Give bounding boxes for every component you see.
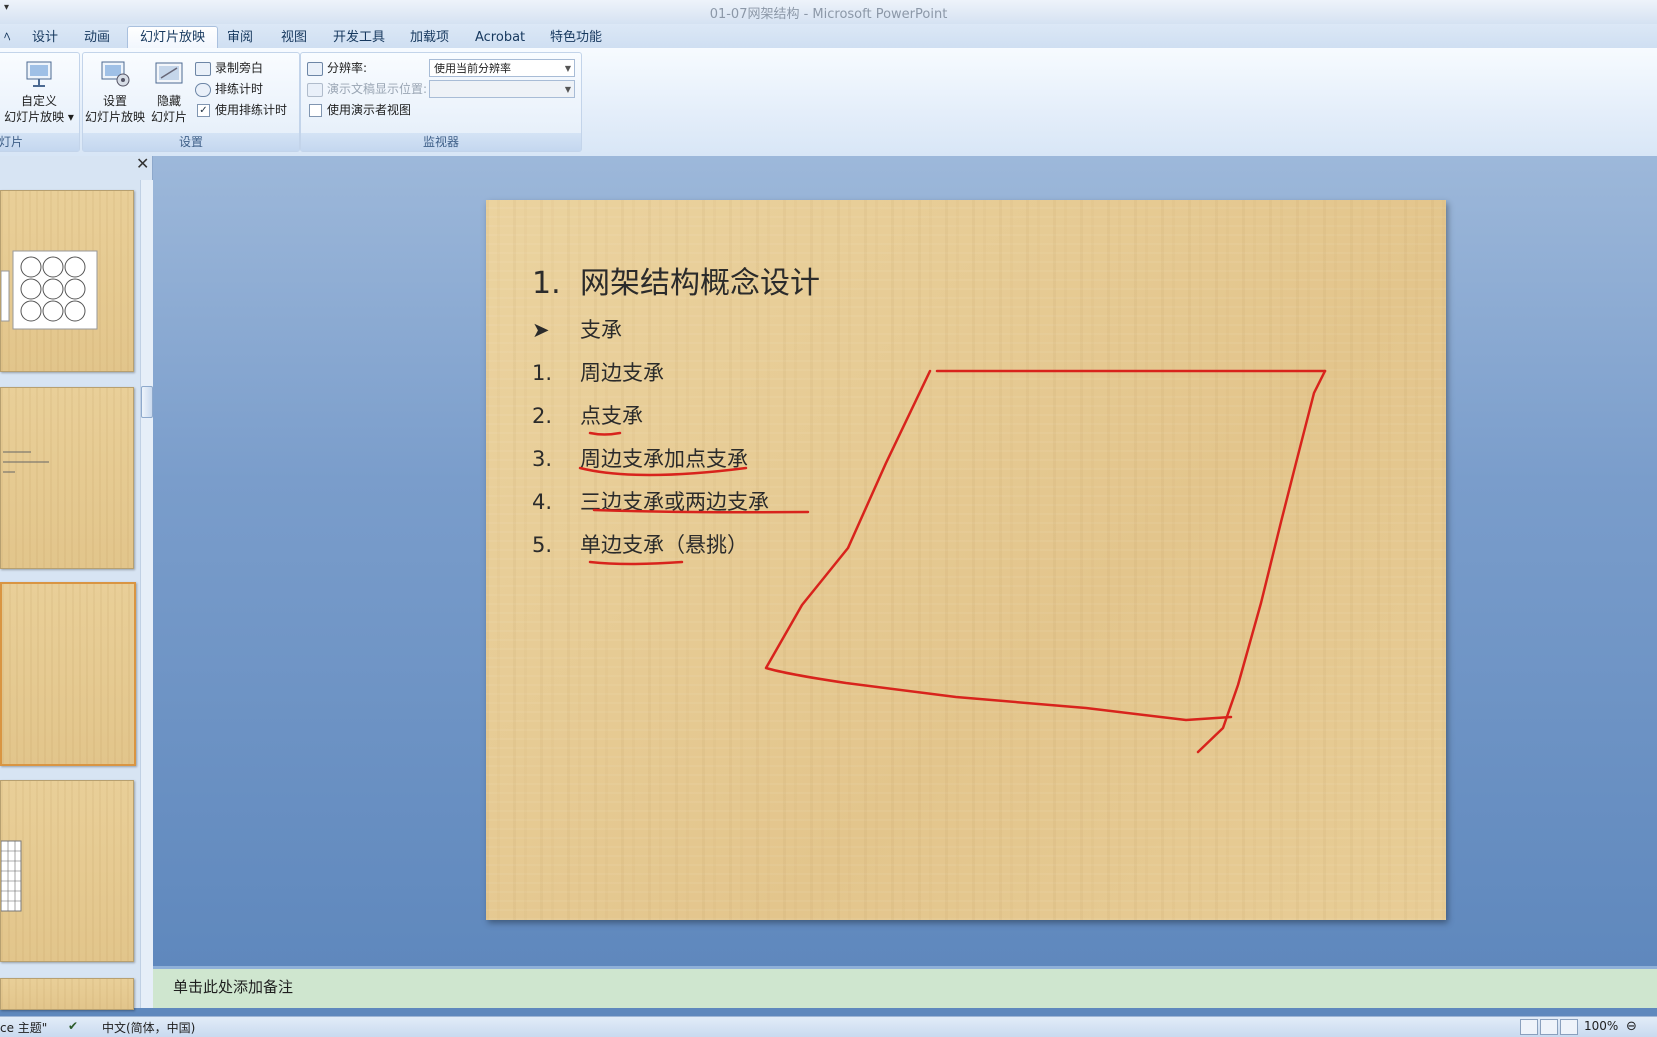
text-lines-thumbnail-icon xyxy=(3,451,49,473)
ink-quadrilateral xyxy=(764,369,1233,722)
group-start-slide-show: 自定义 幻灯片放映 ▾ 灯片 xyxy=(0,52,80,152)
tab-animations[interactable]: 动画 xyxy=(72,27,122,48)
ribbon: 自定义 幻灯片放映 ▾ 灯片 设置 幻灯片放映 隐藏 幻灯片 录制旁白 排练计时… xyxy=(0,48,1657,157)
normal-view-icon[interactable] xyxy=(1520,1019,1538,1035)
tab-add-ins[interactable]: 加载项 xyxy=(398,27,461,48)
tab-acrobat[interactable]: Acrobat xyxy=(463,27,537,48)
notes-placeholder[interactable]: 单击此处添加备注 xyxy=(173,976,293,997)
zoom-out-icon[interactable]: ⊖ xyxy=(1626,1019,1637,1034)
language-status[interactable]: 中文(简体，中国) xyxy=(102,1019,195,1036)
hide-slide-button[interactable]: 隐藏 幻灯片 xyxy=(149,59,189,125)
slide-thumbnail[interactable] xyxy=(0,978,134,1010)
ribbon-tab-bar: ﾍ 设计 动画 幻灯片放映 审阅 视图 开发工具 加载项 Acrobat 特色功… xyxy=(0,24,1657,49)
slide-canvas[interactable]: 1. 网架结构概念设计 ➤ 支承 1. 周边支承 2. 点支承 3. 周边支承加点支承 4… xyxy=(486,200,1446,920)
ink-underline xyxy=(578,466,748,477)
status-bar: ce 主题" ✔ 中文(简体，中国) 100% ⊖ xyxy=(0,1016,1657,1037)
theme-status: ce 主题" xyxy=(0,1021,48,1035)
slide-thumbnail[interactable] xyxy=(0,190,134,372)
tab-design[interactable]: 设计 xyxy=(20,27,70,48)
notes-pane[interactable] xyxy=(153,966,1657,1008)
custom-show-icon xyxy=(23,59,55,89)
spellcheck-icon[interactable]: ✔ xyxy=(68,1019,78,1033)
ink-strokes xyxy=(578,369,1327,754)
show-on-label: 演示文稿显示位置: xyxy=(307,80,427,98)
show-on-dropdown[interactable]: ▼ xyxy=(429,80,575,98)
group-label-setup: 设置 xyxy=(83,133,299,151)
setup-show-icon xyxy=(99,59,131,89)
group-monitors: 分辨率: 使用当前分辨率 ▼ 演示文稿显示位置: ▼ 使用演示者视图 监视器 xyxy=(300,52,582,152)
grid-thumbnail-icon xyxy=(1,840,22,912)
resolution-dropdown[interactable]: 使用当前分辨率 ▼ xyxy=(429,59,575,77)
tab-view[interactable]: 视图 xyxy=(269,27,319,48)
ink-underline xyxy=(588,560,684,566)
ink-underline xyxy=(588,431,622,436)
presenter-view-checkbox[interactable]: 使用演示者视图 xyxy=(309,101,411,119)
slide-thumbnail[interactable] xyxy=(0,387,134,569)
clock-icon xyxy=(195,82,211,97)
checkmark-icon: ✓ xyxy=(197,104,210,117)
custom-slide-show-button[interactable]: 自定义 幻灯片放映 ▾ xyxy=(1,59,77,125)
resolution-label: 分辨率: xyxy=(307,59,367,77)
group-setup: 设置 幻灯片放映 隐藏 幻灯片 录制旁白 排练计时 ✓ 使用排练计时 设置 xyxy=(82,52,300,152)
pen-annotations xyxy=(578,369,1327,754)
circle-grid-thumbnail-icon xyxy=(1,250,98,330)
scrollbar-thumb[interactable] xyxy=(141,386,153,418)
tab-special-features[interactable]: 特色功能 xyxy=(538,27,614,48)
use-timings-checkbox[interactable]: ✓ 使用排练计时 xyxy=(197,101,287,119)
tab-slide-show[interactable]: 幻灯片放映 xyxy=(127,26,219,49)
rehearse-timings-button[interactable]: 排练计时 xyxy=(195,80,263,98)
close-icon[interactable]: ✕ xyxy=(136,154,149,173)
group-label-monitors: 监视器 xyxy=(301,133,581,151)
record-narration-button[interactable]: 录制旁白 xyxy=(195,59,263,77)
chevron-down-icon: ▼ xyxy=(564,85,571,94)
slide-sorter-view-icon[interactable] xyxy=(1540,1019,1558,1035)
tab-review[interactable]: 审阅 xyxy=(215,27,265,48)
thumbnail-scrollbar[interactable] xyxy=(140,180,153,1008)
ink-quadrilateral xyxy=(1196,369,1327,754)
ink-underline xyxy=(592,508,810,514)
microphone-icon xyxy=(195,61,211,76)
monitor-disabled-icon xyxy=(307,82,323,97)
monitor-icon xyxy=(307,61,323,76)
hide-slide-icon xyxy=(153,59,185,89)
window-title: 01-07网架结构 - Microsoft PowerPoint xyxy=(709,7,948,22)
group-label-start: 灯片 xyxy=(0,133,79,151)
chevron-down-icon: ▼ xyxy=(564,64,571,73)
slide-thumbnail-selected[interactable] xyxy=(0,582,136,766)
slide-show-view-icon[interactable] xyxy=(1560,1019,1578,1035)
tab-developer[interactable]: 开发工具 xyxy=(321,27,397,48)
setup-slide-show-button[interactable]: 设置 幻灯片放映 xyxy=(85,59,145,125)
slide-thumbnail[interactable] xyxy=(0,780,134,962)
zoom-level[interactable]: 100% xyxy=(1584,1019,1618,1033)
